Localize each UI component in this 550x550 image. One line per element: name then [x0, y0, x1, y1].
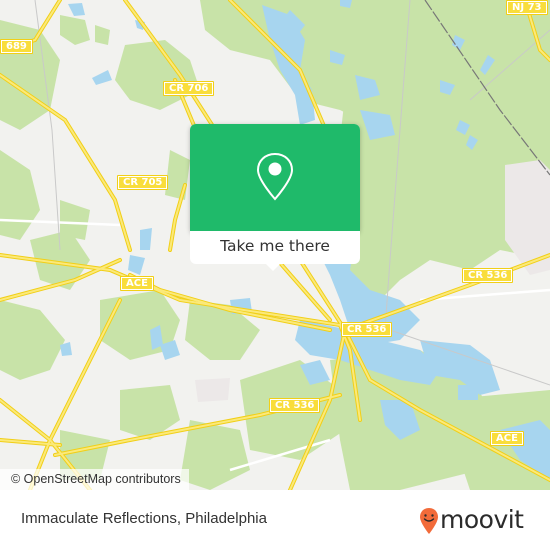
road-label-ace-west: ACE	[120, 276, 154, 291]
map-pin-icon	[256, 152, 294, 201]
road-label-cr536-center: CR 536	[341, 322, 393, 337]
road-label-nj73: NJ 73	[506, 0, 548, 15]
road-label-cr705: CR 705	[117, 175, 169, 190]
location-popup: Take me there	[190, 124, 360, 271]
road-label-cr536-south: CR 536	[269, 398, 321, 413]
road-label-cr536-east: CR 536	[462, 268, 514, 283]
industrial-area-2	[195, 378, 230, 402]
moovit-wordmark: moovit	[440, 505, 524, 534]
road-label-cr706: CR 706	[163, 81, 215, 96]
place-name: Immaculate Reflections, Philadelphia	[21, 510, 267, 527]
map-attribution[interactable]: © OpenStreetMap contributors	[0, 469, 189, 490]
take-me-there-button[interactable]: Take me there	[190, 231, 360, 264]
road-label-689: 689	[0, 39, 33, 54]
popup-pointer	[264, 262, 282, 271]
road-label-ace-east: ACE	[490, 431, 524, 446]
moovit-logo[interactable]: moovit	[419, 505, 539, 535]
popup-header	[190, 124, 360, 231]
moovit-smile-pin-icon	[420, 508, 438, 534]
